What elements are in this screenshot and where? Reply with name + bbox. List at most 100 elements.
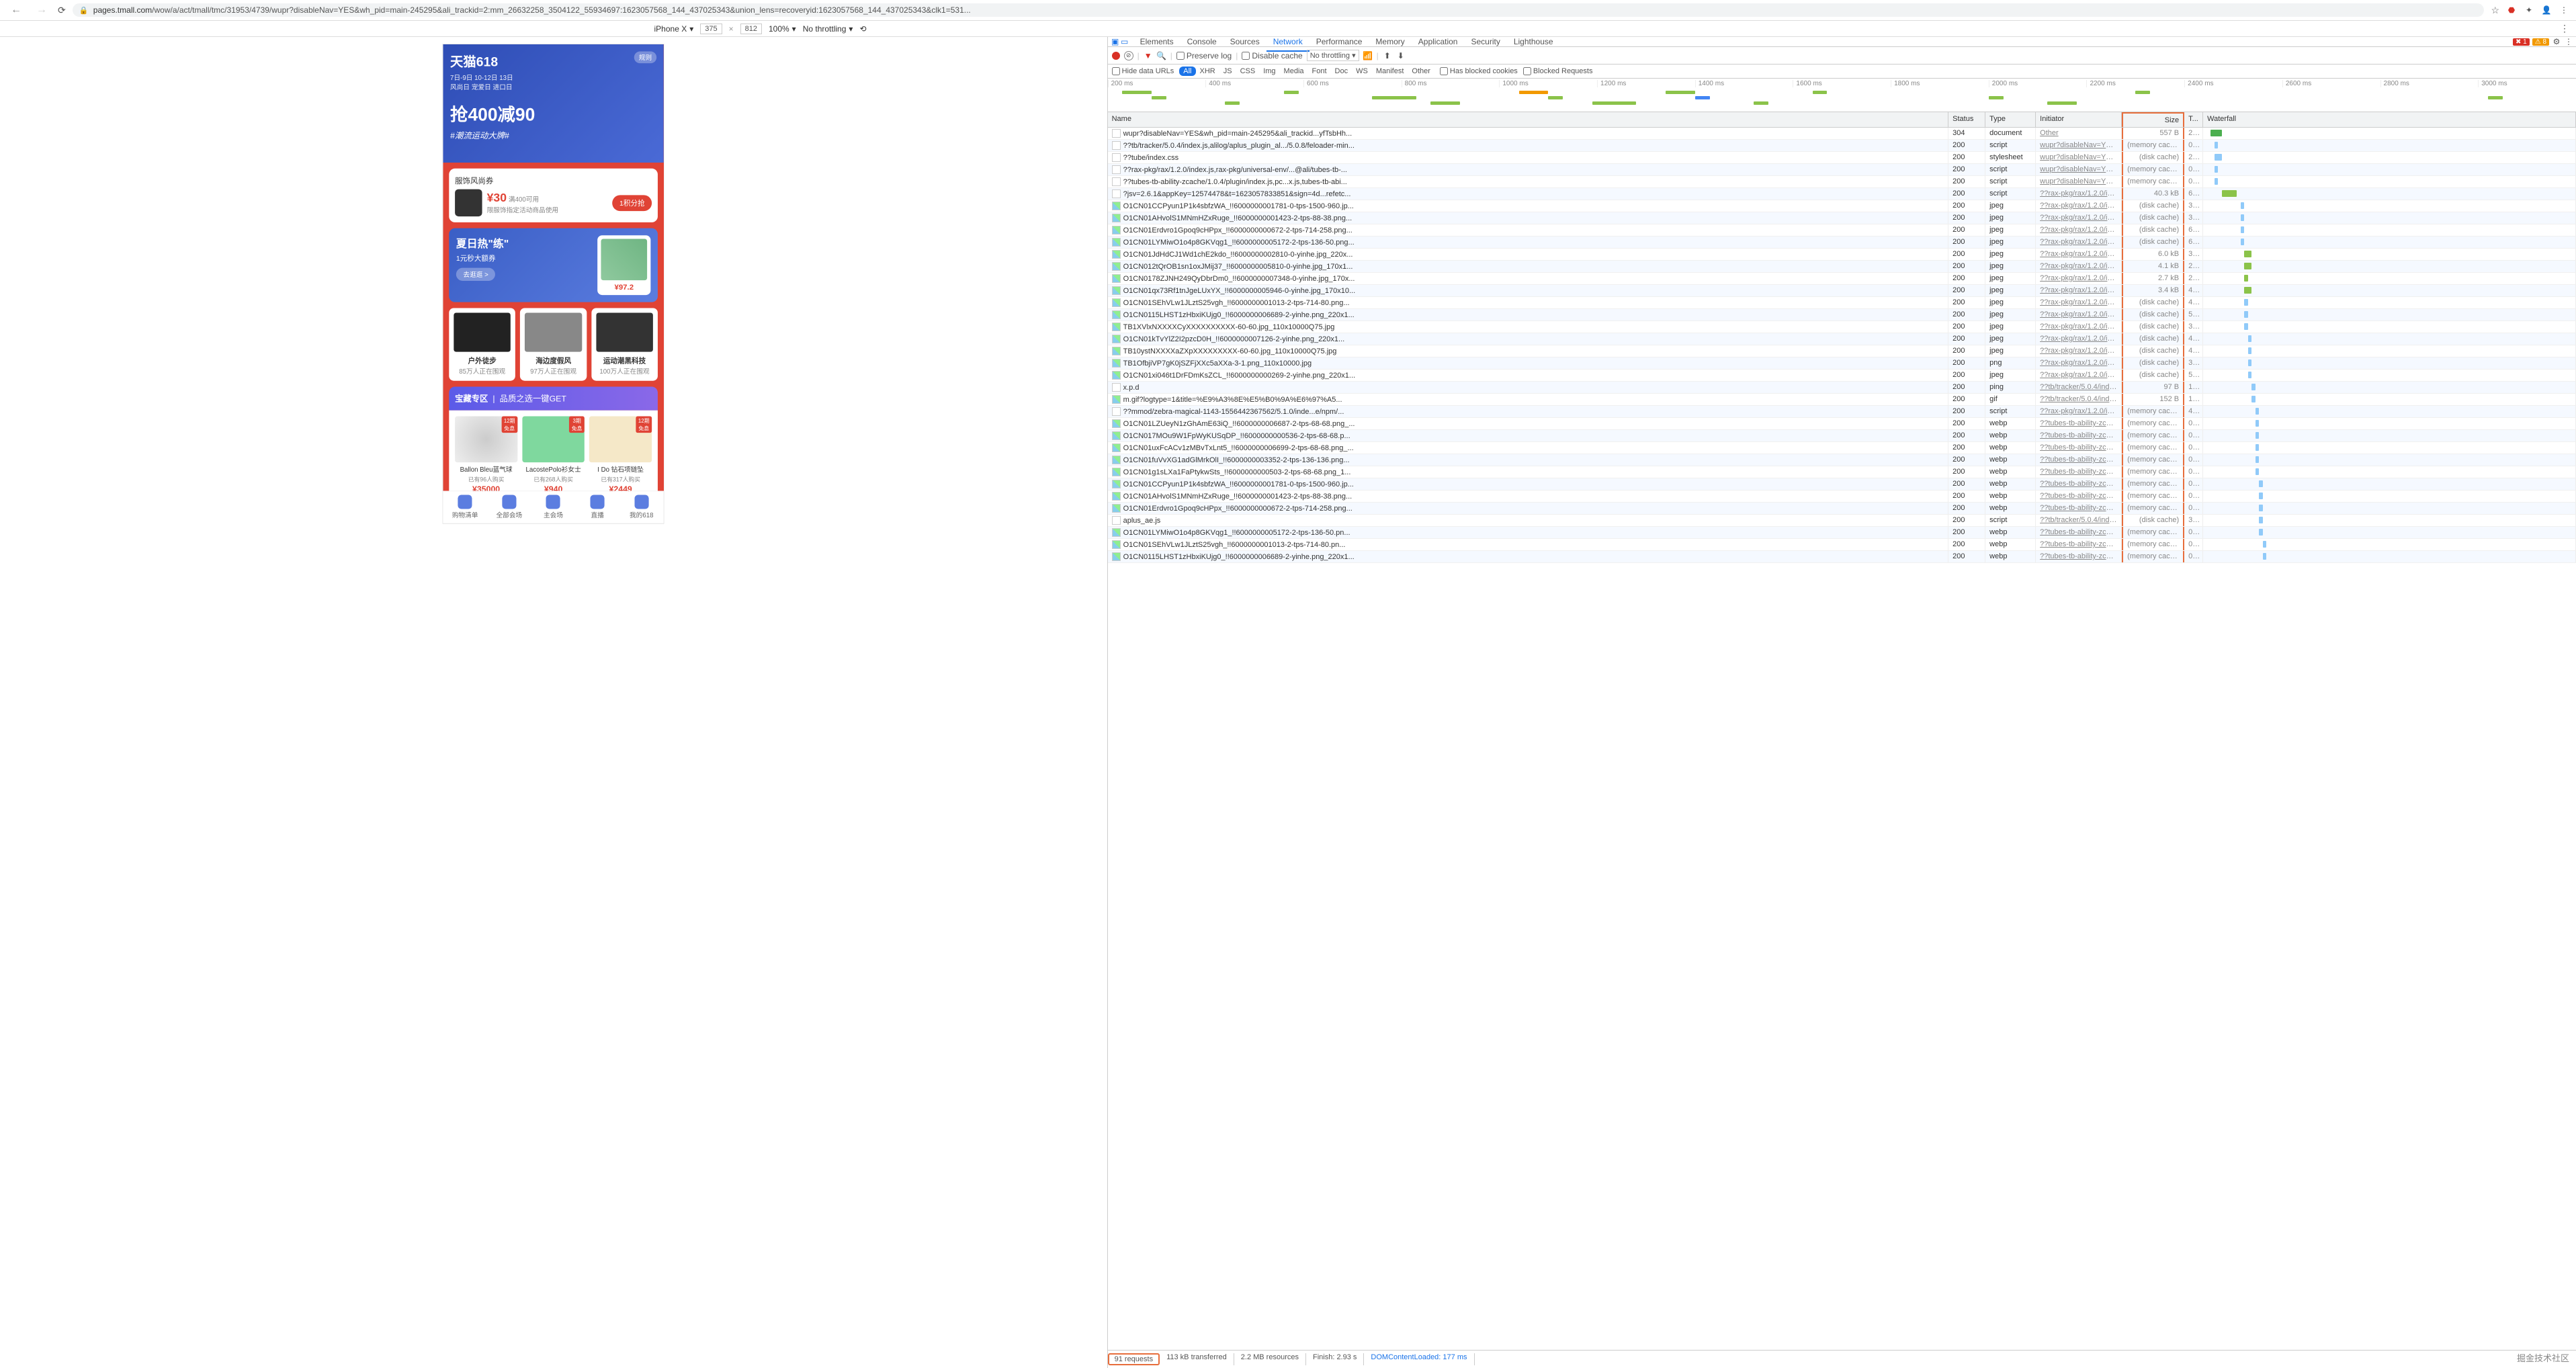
col-time[interactable]: T... (2184, 112, 2203, 127)
wifi-icon[interactable]: 📶 (1363, 51, 1373, 60)
search-icon[interactable]: 🔍 (1157, 51, 1166, 60)
network-row[interactable]: O1CN01LZUeyN1zGhAmE63iQ_!!6000000006687-… (1108, 418, 2576, 430)
treasure-item[interactable]: 12期 免息Ballon Bleu蓝气球已有96人购买¥35000 (455, 416, 517, 490)
puzzle-icon[interactable]: ✦ (2524, 5, 2534, 15)
network-row[interactable]: m.gif?logtype=1&title=%E9%A3%8E%E5%B0%9A… (1108, 394, 2576, 406)
filter-type-xhr[interactable]: XHR (1196, 67, 1219, 76)
network-row[interactable]: O1CN0115LHST1zHbxiKUjg0_!!6000000006689-… (1108, 309, 2576, 321)
rotate-icon[interactable]: ⟲ (859, 24, 866, 34)
network-row[interactable]: O1CN01JdHdCJ1Wd1chE2kdo_!!6000000002810-… (1108, 249, 2576, 261)
height-input[interactable]: 812 (740, 24, 762, 34)
devtools-menu[interactable]: ⋮ (2564, 37, 2573, 46)
network-row[interactable]: O1CN01SEhVLw1JLztS25vgh_!!6000000001013-… (1108, 539, 2576, 551)
filter-type-other[interactable]: Other (1408, 67, 1434, 76)
network-row[interactable]: ??rax-pkg/rax/1.2.0/index.js,rax-pkg/uni… (1108, 164, 2576, 176)
network-row[interactable]: ??tube/index.css 200 stylesheet wupr?dis… (1108, 152, 2576, 164)
filter-type-css[interactable]: CSS (1236, 67, 1260, 76)
category-card[interactable]: 运动潮黑科技100万人正在围观 (591, 308, 658, 380)
network-row[interactable]: ??tb/tracker/5.0.4/index.js,alilog/aplus… (1108, 140, 2576, 152)
network-row[interactable]: O1CN01fuVvXG1adGlMrkOlI_!!6000000003352-… (1108, 454, 2576, 466)
network-row[interactable]: TB10ystNXXXXaZXpXXXXXXXXX-60-60.jpg_110x… (1108, 345, 2576, 357)
network-row[interactable]: ??mmod/zebra-magical-1143-1556442367562/… (1108, 406, 2576, 418)
coupon-button[interactable]: 1积分抢 (613, 195, 652, 211)
network-row[interactable]: O1CN01CCPyun1P1k4sbfzWA_!!6000000001781-… (1108, 200, 2576, 212)
reload-button[interactable]: ⟳ (58, 5, 66, 16)
device-select[interactable]: iPhone X ▾ (654, 24, 694, 34)
device-mode-icon[interactable]: ▭ (1120, 37, 1129, 46)
filter-type-media[interactable]: Media (1280, 67, 1308, 76)
coupon-card[interactable]: 服饰风尚券 ¥30 满400可用 限服饰指定活动商品使用 1积分抢 (449, 169, 658, 222)
address-bar[interactable]: 🔒 pages.tmall.com/wow/a/act/tmall/tmc/31… (73, 3, 2485, 17)
network-row[interactable]: wupr?disableNav=YES&wh_pid=main-245295&a… (1108, 128, 2576, 140)
col-initiator[interactable]: Initiator (2036, 112, 2122, 127)
filter-type-js[interactable]: JS (1219, 67, 1236, 76)
network-row[interactable]: aplus_ae.js 200 script ??tb/tracker/5.0.… (1108, 515, 2576, 527)
phone-tab[interactable]: 直播 (576, 495, 620, 519)
request-timeline[interactable]: 200 ms400 ms600 ms800 ms1000 ms1200 ms14… (1108, 79, 2576, 112)
download-icon[interactable]: ⬇ (1396, 51, 1406, 60)
network-row[interactable]: O1CN01qx73Rf1tnJgeLUxYX_!!6000000005946-… (1108, 285, 2576, 297)
phone-tab[interactable]: 购物清单 (443, 495, 488, 519)
settings-icon[interactable]: ⚙ (2552, 37, 2561, 46)
blocked-requests-checkbox[interactable]: Blocked Requests (1523, 67, 1593, 75)
category-card[interactable]: 户外徒步85万人正在围观 (449, 308, 515, 380)
filter-type-doc[interactable]: Doc (1331, 67, 1353, 76)
filter-icon[interactable]: ▼ (1144, 51, 1153, 60)
col-type[interactable]: Type (1985, 112, 2036, 127)
filter-type-font[interactable]: Font (1308, 67, 1331, 76)
network-row[interactable]: ?jsv=2.6.1&appKey=12574478&t=16230578338… (1108, 188, 2576, 200)
phone-tab[interactable]: 全部会场 (487, 495, 531, 519)
network-row[interactable]: O1CN01CCPyun1P1k4sbfzWA_!!6000000001781-… (1108, 478, 2576, 490)
category-card[interactable]: 海边度假风97万人正在围观 (520, 308, 587, 380)
network-row[interactable]: O1CN01kTvYlZ2I2pzcD0H_!!6000000007126-2-… (1108, 333, 2576, 345)
summer-button[interactable]: 去逛逛 > (456, 268, 496, 281)
warning-badge[interactable]: ⚠ 8 (2532, 38, 2549, 46)
phone-tab[interactable]: 我的618 (619, 495, 664, 519)
forward-button[interactable]: → (32, 3, 51, 17)
blocked-cookies-checkbox[interactable]: Has blocked cookies (1440, 67, 1518, 75)
network-row[interactable]: O1CN01AHvolS1MNmHZxRuge_!!6000000001423-… (1108, 212, 2576, 224)
filter-type-all[interactable]: All (1179, 67, 1195, 76)
col-status[interactable]: Status (1948, 112, 1985, 127)
clear-button[interactable]: ⊘ (1124, 51, 1133, 60)
inspect-icon[interactable]: ▣ (1111, 37, 1120, 46)
upload-icon[interactable]: ⬆ (1383, 51, 1392, 60)
phone-tab[interactable]: 主会场 (531, 495, 576, 519)
hero-banner[interactable]: 规则 天猫618 7日-9日 10-12日 13日 风尚日 宠爱日 进口日 抢4… (443, 44, 664, 163)
network-row[interactable]: TB1XVlxNXXXXCyXXXXXXXXXX-60-60.jpg_110x1… (1108, 321, 2576, 333)
menu-icon[interactable]: ⋮ (2559, 5, 2569, 15)
network-row[interactable]: O1CN0115LHST1zHbxiKUjg0_!!6000000006689-… (1108, 551, 2576, 563)
network-row[interactable]: O1CN0178ZJNH249QyDbrDm0_!!6000000007348-… (1108, 273, 2576, 285)
network-row[interactable]: O1CN017MOu9W1FpWyKUSqDP_!!6000000000536-… (1108, 430, 2576, 442)
width-input[interactable]: 375 (700, 24, 722, 34)
network-row[interactable]: O1CN012tQrOB1sn1oxJMij37_!!6000000005810… (1108, 261, 2576, 273)
disable-cache-checkbox[interactable]: Disable cache (1242, 51, 1302, 60)
network-row[interactable]: O1CN01xi046t1DrFDmKsZCL_!!6000000000269-… (1108, 370, 2576, 382)
zoom-select[interactable]: 100% ▾ (769, 24, 796, 34)
network-row[interactable]: O1CN01LYMiwO1o4p8GKVqg1_!!6000000005172-… (1108, 527, 2576, 539)
filter-type-manifest[interactable]: Manifest (1372, 67, 1408, 76)
summer-product[interactable]: ¥97.2 (597, 235, 650, 295)
device-menu[interactable]: ⋮ (2560, 23, 2569, 34)
network-row[interactable]: TB1OfbjiVP7gK0jSZFjXXc5aXXa-3-1.png_110x… (1108, 357, 2576, 370)
filter-type-ws[interactable]: WS (1352, 67, 1372, 76)
network-row[interactable]: O1CN01Erdvro1Gpoq9cHPpx_!!6000000000672-… (1108, 224, 2576, 237)
bookmark-icon[interactable]: ☆ (2491, 5, 2499, 16)
col-size[interactable]: Size (2122, 112, 2184, 127)
col-name[interactable]: Name (1108, 112, 1949, 127)
preserve-log-checkbox[interactable]: Preserve log (1176, 51, 1232, 60)
network-row[interactable]: O1CN01uxFcACv1zMBvTxLnt5_!!6000000006699… (1108, 442, 2576, 454)
hide-data-urls-checkbox[interactable]: Hide data URLs (1112, 67, 1174, 75)
col-waterfall[interactable]: Waterfall (2203, 112, 2576, 127)
network-row[interactable]: O1CN01LYMiwO1o4p8GKVqg1_!!6000000005172-… (1108, 237, 2576, 249)
treasure-item[interactable]: 3期 免息LacostePolo衫女士已有268人购买¥940 (522, 416, 585, 490)
throttle-select[interactable]: No throttling ▾ (803, 24, 853, 34)
network-row[interactable]: O1CN01Erdvro1Gpoq9cHPpx_!!6000000000672-… (1108, 503, 2576, 515)
summer-card[interactable]: 夏日热"练" 1元秒大额券 去逛逛 > ¥97.2 (449, 228, 658, 302)
extension-icon[interactable]: ⬣ (2506, 5, 2517, 15)
network-row[interactable]: O1CN01SEhVLw1JLztS25vgh_!!6000000001013-… (1108, 297, 2576, 309)
treasure-item[interactable]: 12期 免息I Do 钻石项链坠已有317人购买¥2449 (589, 416, 652, 490)
network-row[interactable]: ??tubes-tb-ability-zcache/1.0.4/plugin/i… (1108, 176, 2576, 188)
filter-type-img[interactable]: Img (1259, 67, 1279, 76)
record-button[interactable] (1112, 52, 1120, 60)
